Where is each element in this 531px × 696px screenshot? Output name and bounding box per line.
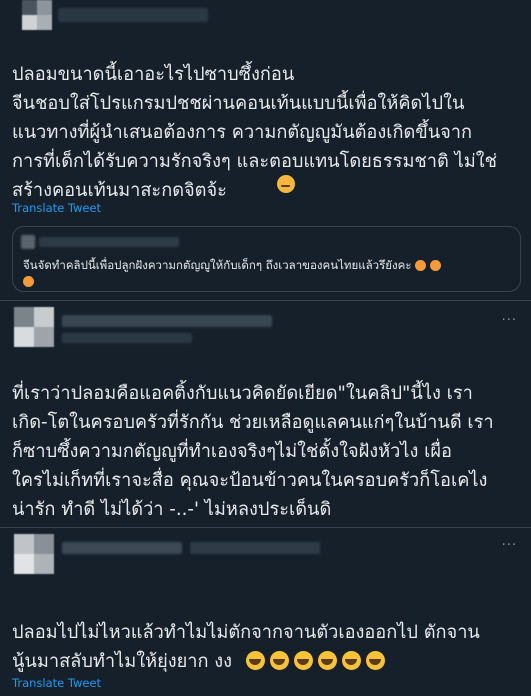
more-options-button[interactable]: ··· bbox=[502, 313, 517, 328]
rolling-laughing-face-icon bbox=[342, 651, 362, 670]
more-options-button[interactable]: ··· bbox=[502, 538, 517, 553]
tweet-1[interactable]: ปลอมขนาดนี้เอาอะไรไปซาบซึ้งก่อน จีนชอบใส… bbox=[0, 0, 531, 298]
rolling-laughing-face-icon bbox=[294, 651, 314, 670]
smiling-face-hearts-icon bbox=[415, 260, 427, 271]
quoted-tweet-text: จีนจัดทำคลิปนี้เพื่อปลูกฝังความกตัญญูให้… bbox=[23, 257, 513, 289]
blurred-username bbox=[62, 315, 272, 327]
rolling-laughing-face-icon bbox=[318, 651, 338, 670]
smiling-face-hearts-icon bbox=[23, 276, 34, 287]
tweet-text: ที่เราว่าปลอมคือแอคติ้งกับแนวคิดยัดเยียด… bbox=[12, 383, 494, 520]
pensive-face-icon bbox=[277, 175, 295, 193]
blurred-handle bbox=[190, 542, 320, 554]
avatar[interactable] bbox=[22, 0, 52, 30]
tweet-3[interactable]: ··· ปลอมไปไม่ไหวแล้วทำไมไม่ตักจากจานตัวเ… bbox=[0, 528, 531, 696]
blurred-handle bbox=[62, 333, 192, 343]
quoted-blurred-username bbox=[39, 237, 179, 247]
emoji-row bbox=[246, 651, 386, 672]
rolling-laughing-face-icon bbox=[246, 651, 265, 670]
rolling-laughing-face-icon bbox=[270, 651, 290, 670]
translate-tweet-link[interactable]: Translate Tweet bbox=[12, 201, 101, 215]
translate-tweet-link[interactable]: Translate Tweet bbox=[12, 676, 101, 690]
blurred-username bbox=[58, 8, 208, 22]
avatar[interactable] bbox=[14, 534, 54, 574]
quoted-blurred-avatar bbox=[21, 235, 35, 249]
blurred-username bbox=[62, 542, 182, 554]
tweet-text: ปลอมขนาดนี้เอาอะไรไปซาบซึ้งก่อน จีนชอบใส… bbox=[12, 64, 497, 201]
rolling-laughing-face-icon bbox=[366, 651, 386, 670]
smiling-face-hearts-icon bbox=[429, 260, 441, 271]
quoted-tweet[interactable]: จีนจัดทำคลิปนี้เพื่อปลูกฝังความกตัญญูให้… bbox=[12, 226, 521, 292]
tweet-2[interactable]: ··· ที่เราว่าปลอมคือแอคติ้งกับแนวคิดยัดเ… bbox=[0, 301, 531, 526]
avatar[interactable] bbox=[14, 307, 54, 347]
